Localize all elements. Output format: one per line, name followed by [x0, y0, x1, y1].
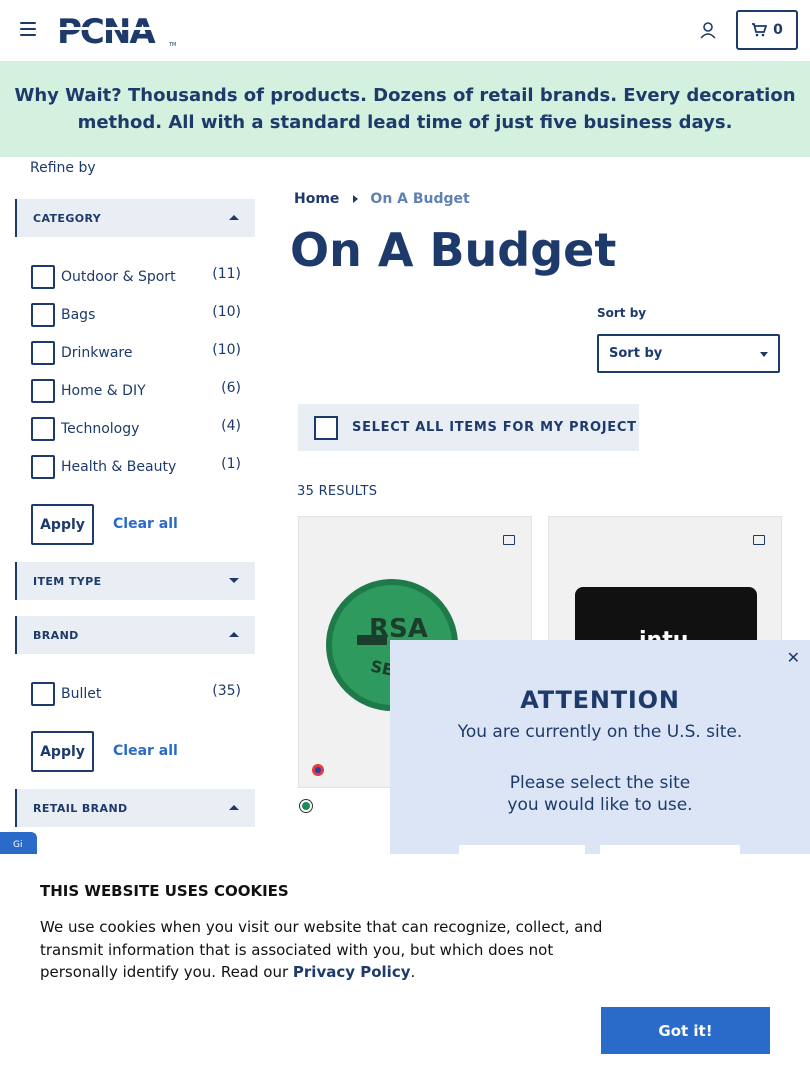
option-label: Technology — [61, 421, 140, 437]
filter-brand-title: BRAND — [33, 628, 79, 642]
filter-retail-brand-title: RETAIL BRAND — [33, 801, 128, 815]
breadcrumb-home-link[interactable]: Home — [294, 191, 339, 207]
filter-item-type-title: ITEM TYPE — [33, 574, 102, 588]
option-count: (10) — [212, 342, 241, 358]
filter-category-title: CATEGORY — [33, 211, 102, 225]
promo-banner: Why Wait? Thousands of products. Dozens … — [0, 61, 810, 157]
cookie-banner: THIS WEBSITE USES COOKIES We use cookies… — [0, 854, 810, 1080]
filter-retail-brand-header[interactable]: RETAIL BRAND — [15, 789, 255, 827]
feedback-tab[interactable]: Gi — [0, 832, 37, 854]
chevron-up-icon — [229, 632, 239, 637]
option-count: (10) — [212, 304, 241, 320]
select-all-items[interactable]: SELECT ALL ITEMS FOR MY PROJECT — [298, 404, 639, 451]
breadcrumb-current: On A Budget — [370, 191, 470, 207]
site-header: PCNA TM 0 — [0, 0, 810, 61]
checkbox[interactable] — [31, 417, 55, 441]
filter-brand-header[interactable]: BRAND — [15, 616, 255, 654]
chevron-down-icon — [760, 352, 768, 357]
color-swatch[interactable] — [299, 799, 313, 813]
chevron-up-icon — [229, 805, 239, 810]
filter-option[interactable]: Bags (10) — [31, 301, 243, 327]
option-label: Home & DIY — [61, 383, 146, 399]
filter-option[interactable]: Outdoor & Sport (11) — [31, 263, 243, 289]
filter-option[interactable]: Technology (4) — [31, 415, 243, 441]
select-all-label: SELECT ALL ITEMS FOR MY PROJECT — [352, 420, 637, 435]
close-icon[interactable]: ✕ — [787, 648, 800, 667]
option-count: (35) — [212, 683, 241, 699]
sort-select[interactable]: Sort by — [597, 334, 780, 373]
cart-icon — [752, 23, 768, 37]
category-clear-all-link[interactable]: Clear all — [113, 516, 178, 532]
brand-clear-all-link[interactable]: Clear all — [113, 743, 178, 759]
category-apply-button[interactable]: Apply — [31, 504, 94, 545]
filter-option[interactable]: Bullet (35) — [31, 680, 243, 706]
checkbox[interactable] — [31, 303, 55, 327]
results-count: 35 RESULTS — [297, 484, 378, 499]
checkbox[interactable] — [31, 455, 55, 479]
option-label: Health & Beauty — [61, 459, 177, 475]
option-count: (11) — [212, 266, 241, 282]
refine-label: Refine by — [30, 160, 96, 176]
cookie-accept-button[interactable]: Got it! — [601, 1007, 770, 1054]
option-count: (6) — [221, 380, 241, 396]
chevron-up-icon — [229, 215, 239, 220]
site-selection-modal: ✕ ATTENTION You are currently on the U.S… — [390, 640, 810, 880]
banner-text: Why Wait? Thousands of products. Dozens … — [14, 85, 796, 133]
filter-category-header[interactable]: CATEGORY — [15, 199, 255, 237]
cookie-title: THIS WEBSITE USES COOKIES — [40, 882, 289, 900]
account-icon[interactable] — [698, 20, 718, 40]
filter-option[interactable]: Drinkware (10) — [31, 339, 243, 365]
cart-count: 0 — [773, 22, 783, 38]
filter-option[interactable]: Home & DIY (6) — [31, 377, 243, 403]
modal-current-site-text: You are currently on the U.S. site. — [457, 722, 743, 742]
filter-option[interactable]: Health & Beauty (1) — [31, 453, 243, 479]
option-label: Drinkware — [61, 345, 133, 361]
checkbox[interactable] — [31, 265, 55, 289]
sort-label: Sort by — [597, 306, 647, 320]
checkbox[interactable] — [31, 341, 55, 365]
option-label: Bullet — [61, 686, 102, 702]
privacy-policy-link[interactable]: Privacy Policy — [293, 963, 411, 981]
checkbox[interactable] — [31, 379, 55, 403]
modal-select-site-text: Please select the site you would like to… — [507, 773, 693, 815]
page-title: On A Budget — [290, 223, 617, 277]
option-label: Bags — [61, 307, 96, 323]
chevron-right-icon — [353, 195, 359, 203]
option-count: (4) — [221, 418, 241, 434]
breadcrumb: Home On A Budget — [294, 191, 470, 207]
cookie-period: . — [410, 963, 416, 981]
option-count: (1) — [221, 456, 241, 472]
menu-icon[interactable] — [20, 22, 36, 38]
checkbox[interactable] — [31, 682, 55, 706]
select-all-checkbox[interactable] — [314, 415, 338, 440]
modal-title: ATTENTION — [520, 686, 680, 714]
svg-text:TM: TM — [168, 42, 176, 48]
option-label: Outdoor & Sport — [61, 269, 176, 285]
chevron-down-icon — [229, 578, 239, 583]
cookie-text: We use cookies when you visit our websit… — [40, 916, 610, 984]
pcna-logo[interactable]: PCNA TM — [57, 12, 177, 52]
filter-item-type-header[interactable]: ITEM TYPE — [15, 562, 255, 600]
cart-button[interactable]: 0 — [736, 10, 798, 50]
brand-apply-button[interactable]: Apply — [31, 731, 94, 772]
sort-value: Sort by — [609, 346, 663, 361]
